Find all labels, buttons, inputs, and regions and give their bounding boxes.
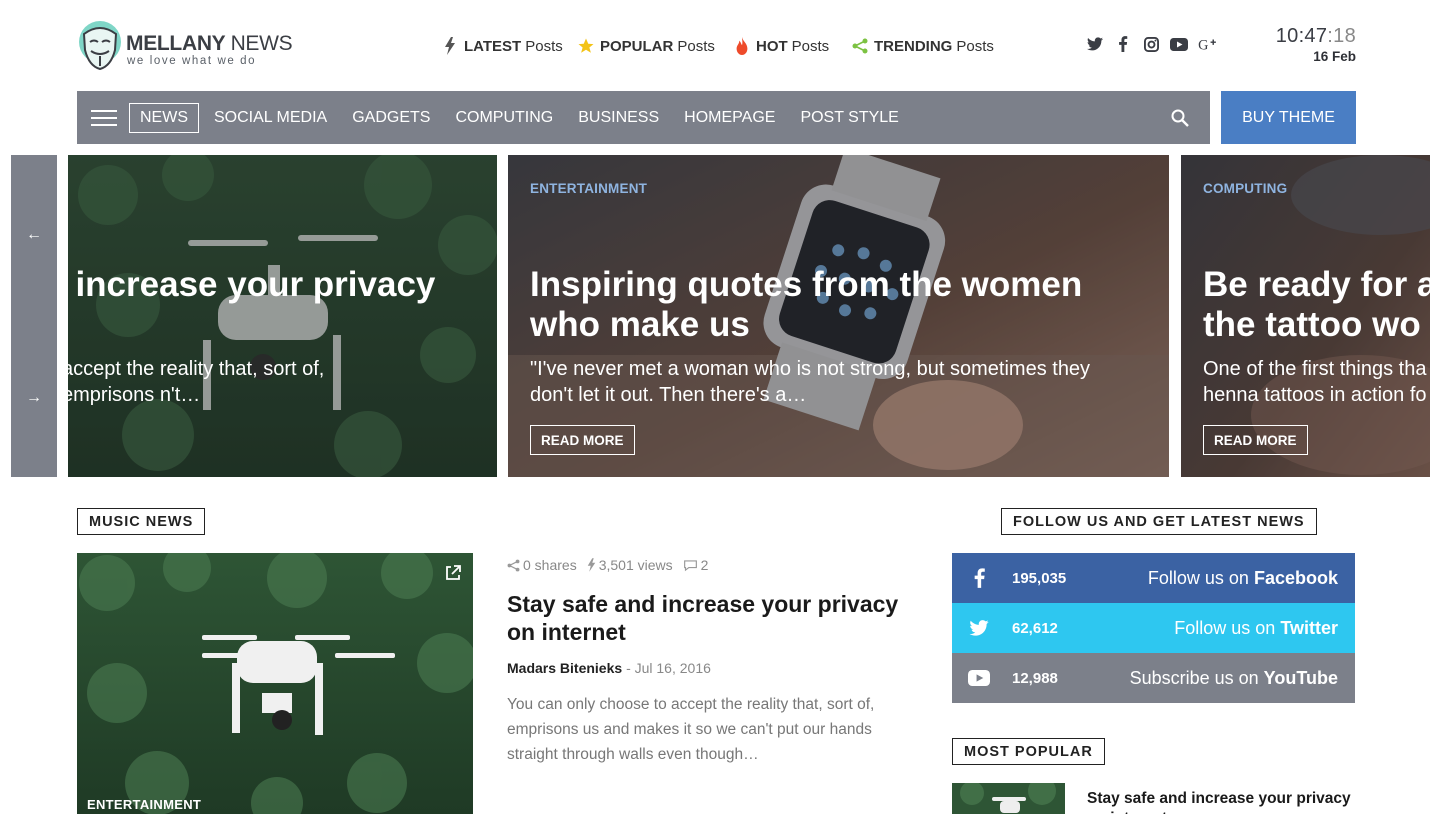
hot-posts-link[interactable]: HOT Posts [733,35,829,57]
youtube-icon[interactable] [1170,35,1188,53]
drone-forest-photo [77,553,473,814]
clock-date: 16 Feb [1313,49,1356,64]
google-plus-icon[interactable]: G [1198,35,1216,53]
star-icon [577,37,595,55]
latest-posts-link[interactable]: LATEST Posts [441,35,563,57]
slide-category[interactable]: COMPUTING [1203,181,1287,196]
follow-heading: FOLLOW US AND GET LATEST NEWS [1001,508,1317,535]
trending-posts-link[interactable]: TRENDING Posts [851,35,994,57]
logo-title: MELLANY NEWS [126,32,293,55]
facebook-icon[interactable] [1114,35,1132,53]
facebook-icon [952,568,1006,588]
views-count: 3,501 views [587,557,673,573]
slide-drone[interactable]: l increase your privacy accept the reali… [68,155,497,477]
instagram-icon[interactable] [1142,35,1160,53]
mask-logo-icon [79,21,121,70]
youtube-icon [952,670,1006,686]
clock-time: 10:47:18 [1275,25,1356,47]
follow-twitter[interactable]: 62,612 Follow us on Twitter [952,603,1355,653]
post-author[interactable]: Madars Bitenieks [507,660,622,676]
main-navbar: NEWS SOCIAL MEDIA GADGETS COMPUTING BUSI… [77,91,1210,144]
follow-label: Follow us on Facebook [1147,567,1338,588]
shares-count: 0 shares [507,557,577,573]
slide-title[interactable]: Inspiring quotes from the women who make… [530,265,1169,345]
follow-label: Follow us on Twitter [1174,617,1338,638]
logo-tagline: we love what we do [127,55,257,67]
slide-title[interactable]: Be ready for a the tattoo wo [1203,265,1430,345]
post-meta: 0 shares 3,501 views 2 [507,557,708,573]
follower-count: 195,035 [1012,569,1067,587]
subscriber-count: 12,988 [1012,669,1058,687]
slider-controls: ← → [11,155,57,477]
post-category-badge[interactable]: ENTERTAINMENT [87,797,201,812]
post-date: - Jul 16, 2016 [626,660,711,676]
post-excerpt: You can only choose to accept the realit… [507,696,875,763]
music-news-heading: MUSIC NEWS [77,508,206,535]
nav-item-computing[interactable]: COMPUTING [445,104,563,132]
post-title[interactable]: Stay safe and increase your privacy on i… [507,590,927,646]
follow-youtube[interactable]: 12,988 Subscribe us on YouTube [952,653,1355,703]
menu-hamburger-icon[interactable] [91,109,117,126]
most-popular-title[interactable]: Stay safe and increase your privacy on i… [1087,789,1357,814]
slide-title[interactable]: l increase your privacy [68,265,497,305]
drone-forest-photo [952,783,1065,814]
fire-icon [733,37,751,55]
buy-theme-button[interactable]: BUY THEME [1221,91,1356,144]
search-icon[interactable] [1170,108,1190,128]
nav-item-homepage[interactable]: HOMEPAGE [674,104,785,132]
slide-excerpt: accept the reality that, sort of, empris… [68,358,325,406]
read-more-button[interactable]: READ MORE [530,425,635,455]
arrow-left-icon[interactable]: ← [25,226,43,244]
most-popular-heading: MOST POPULAR [952,738,1105,765]
slide-excerpt: One of the first things tha henna tattoo… [1203,358,1427,406]
follower-count: 62,612 [1012,619,1058,637]
nav-item-post-style[interactable]: POST STYLE [790,104,908,132]
twitter-icon [952,620,1006,636]
popular-posts-link[interactable]: POPULAR Posts [577,35,715,57]
site-logo[interactable]: MELLANY NEWS we love what we do [78,20,298,72]
nav-item-news[interactable]: NEWS [129,102,199,133]
nav-item-gadgets[interactable]: GADGETS [342,104,440,132]
share-icon [507,559,520,571]
slide-excerpt: "I've never met a woman who is not stron… [530,358,1091,406]
post-thumbnail[interactable]: ENTERTAINMENT [77,553,473,814]
external-link-icon[interactable] [445,565,461,581]
read-more-button[interactable]: READ MORE [1203,425,1308,455]
post-byline: Madars Bitenieks - Jul 16, 2016 [507,660,711,676]
social-links: G [1086,35,1216,53]
header-clock: 10:47:18 16 Feb [1276,25,1356,64]
slide-watch[interactable]: ENTERTAINMENT Inspiring quotes from the … [508,155,1169,477]
slide-tattoo[interactable]: COMPUTING Be ready for a the tattoo wo O… [1181,155,1430,477]
bolt-icon [587,558,595,572]
follow-label: Subscribe us on YouTube [1129,667,1338,688]
svg-text:G: G [1198,37,1208,52]
most-popular-thumbnail[interactable] [952,783,1065,814]
comment-icon [683,559,697,571]
bolt-icon [441,37,459,55]
twitter-icon[interactable] [1086,35,1104,53]
nav-item-business[interactable]: BUSINESS [568,104,669,132]
arrow-right-icon[interactable]: → [25,389,43,407]
follow-facebook[interactable]: 195,035 Follow us on Facebook [952,553,1355,603]
slide-category[interactable]: ENTERTAINMENT [530,181,647,196]
comments-count[interactable]: 2 [683,557,708,573]
share-icon [851,37,869,55]
nav-item-social-media[interactable]: SOCIAL MEDIA [204,104,337,132]
